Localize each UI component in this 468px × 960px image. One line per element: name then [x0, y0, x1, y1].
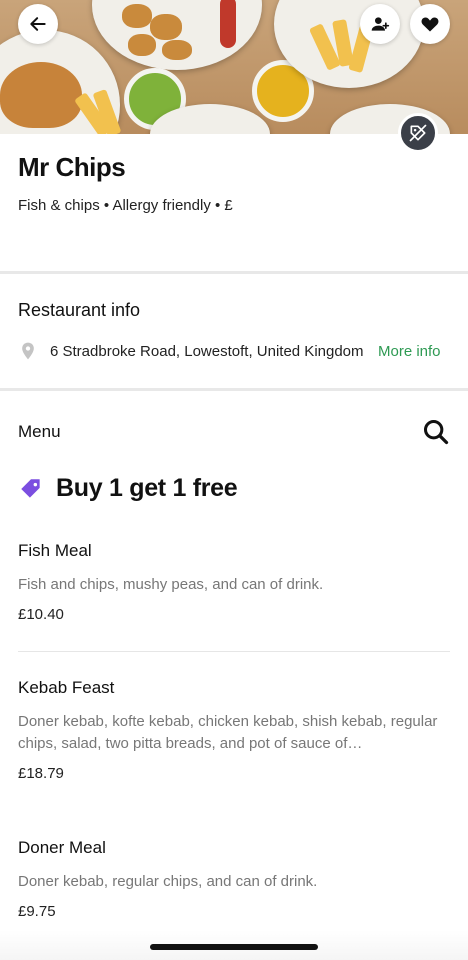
- restaurant-address: 6 Stradbroke Road, Lowestoft, United Kin…: [50, 342, 364, 360]
- more-info-link[interactable]: More info: [378, 343, 441, 360]
- favorite-button[interactable]: [410, 4, 450, 44]
- menu-heading: Menu: [18, 422, 61, 441]
- restaurant-info-heading: Restaurant info: [18, 300, 141, 320]
- menu-item-name: Fish Meal: [18, 541, 92, 560]
- menu-item[interactable]: Kebab Feast Doner kebab, kofte kebab, ch…: [18, 678, 450, 782]
- menu-item-name: Kebab Feast: [18, 678, 115, 697]
- section-divider: [0, 271, 468, 274]
- restaurant-name: Mr Chips: [18, 152, 126, 182]
- map-pin-icon: [22, 342, 34, 360]
- menu-item[interactable]: Fish Meal Fish and chips, mushy peas, an…: [18, 541, 450, 623]
- promo-banner: Buy 1 get 1 free: [18, 474, 238, 503]
- menu-item-price: £18.79: [18, 765, 64, 782]
- promo-title: Buy 1 get 1 free: [56, 474, 238, 502]
- menu-item-name: Doner Meal: [18, 838, 106, 857]
- menu-item-description: Fish and chips, mushy peas, and can of d…: [18, 576, 324, 593]
- menu-item-price: £9.75: [18, 903, 56, 920]
- home-indicator[interactable]: [150, 944, 318, 950]
- add-person-icon: [371, 17, 390, 31]
- menu-item[interactable]: Doner Meal Doner kebab, regular chips, a…: [18, 838, 450, 920]
- menu-item-price: £10.40: [18, 606, 64, 623]
- no-deals-badge[interactable]: [398, 113, 438, 153]
- item-divider: [18, 651, 450, 652]
- tag-icon: [21, 478, 40, 498]
- menu-item-description: Doner kebab, kofte kebab, chicken kebab,…: [18, 713, 438, 752]
- tag-off-icon: [409, 124, 427, 142]
- group-order-button[interactable]: [360, 4, 400, 44]
- search-icon[interactable]: [422, 418, 450, 446]
- restaurant-tags: Fish & chips • Allergy friendly • £: [18, 197, 233, 214]
- restaurant-info-row[interactable]: 6 Stradbroke Road, Lowestoft, United Kin…: [18, 339, 458, 363]
- heart-icon: [421, 17, 439, 32]
- back-button[interactable]: [18, 4, 58, 44]
- arrow-left-icon: [30, 17, 46, 31]
- section-divider: [0, 388, 468, 391]
- menu-item-description: Doner kebab, regular chips, and can of d…: [18, 873, 318, 890]
